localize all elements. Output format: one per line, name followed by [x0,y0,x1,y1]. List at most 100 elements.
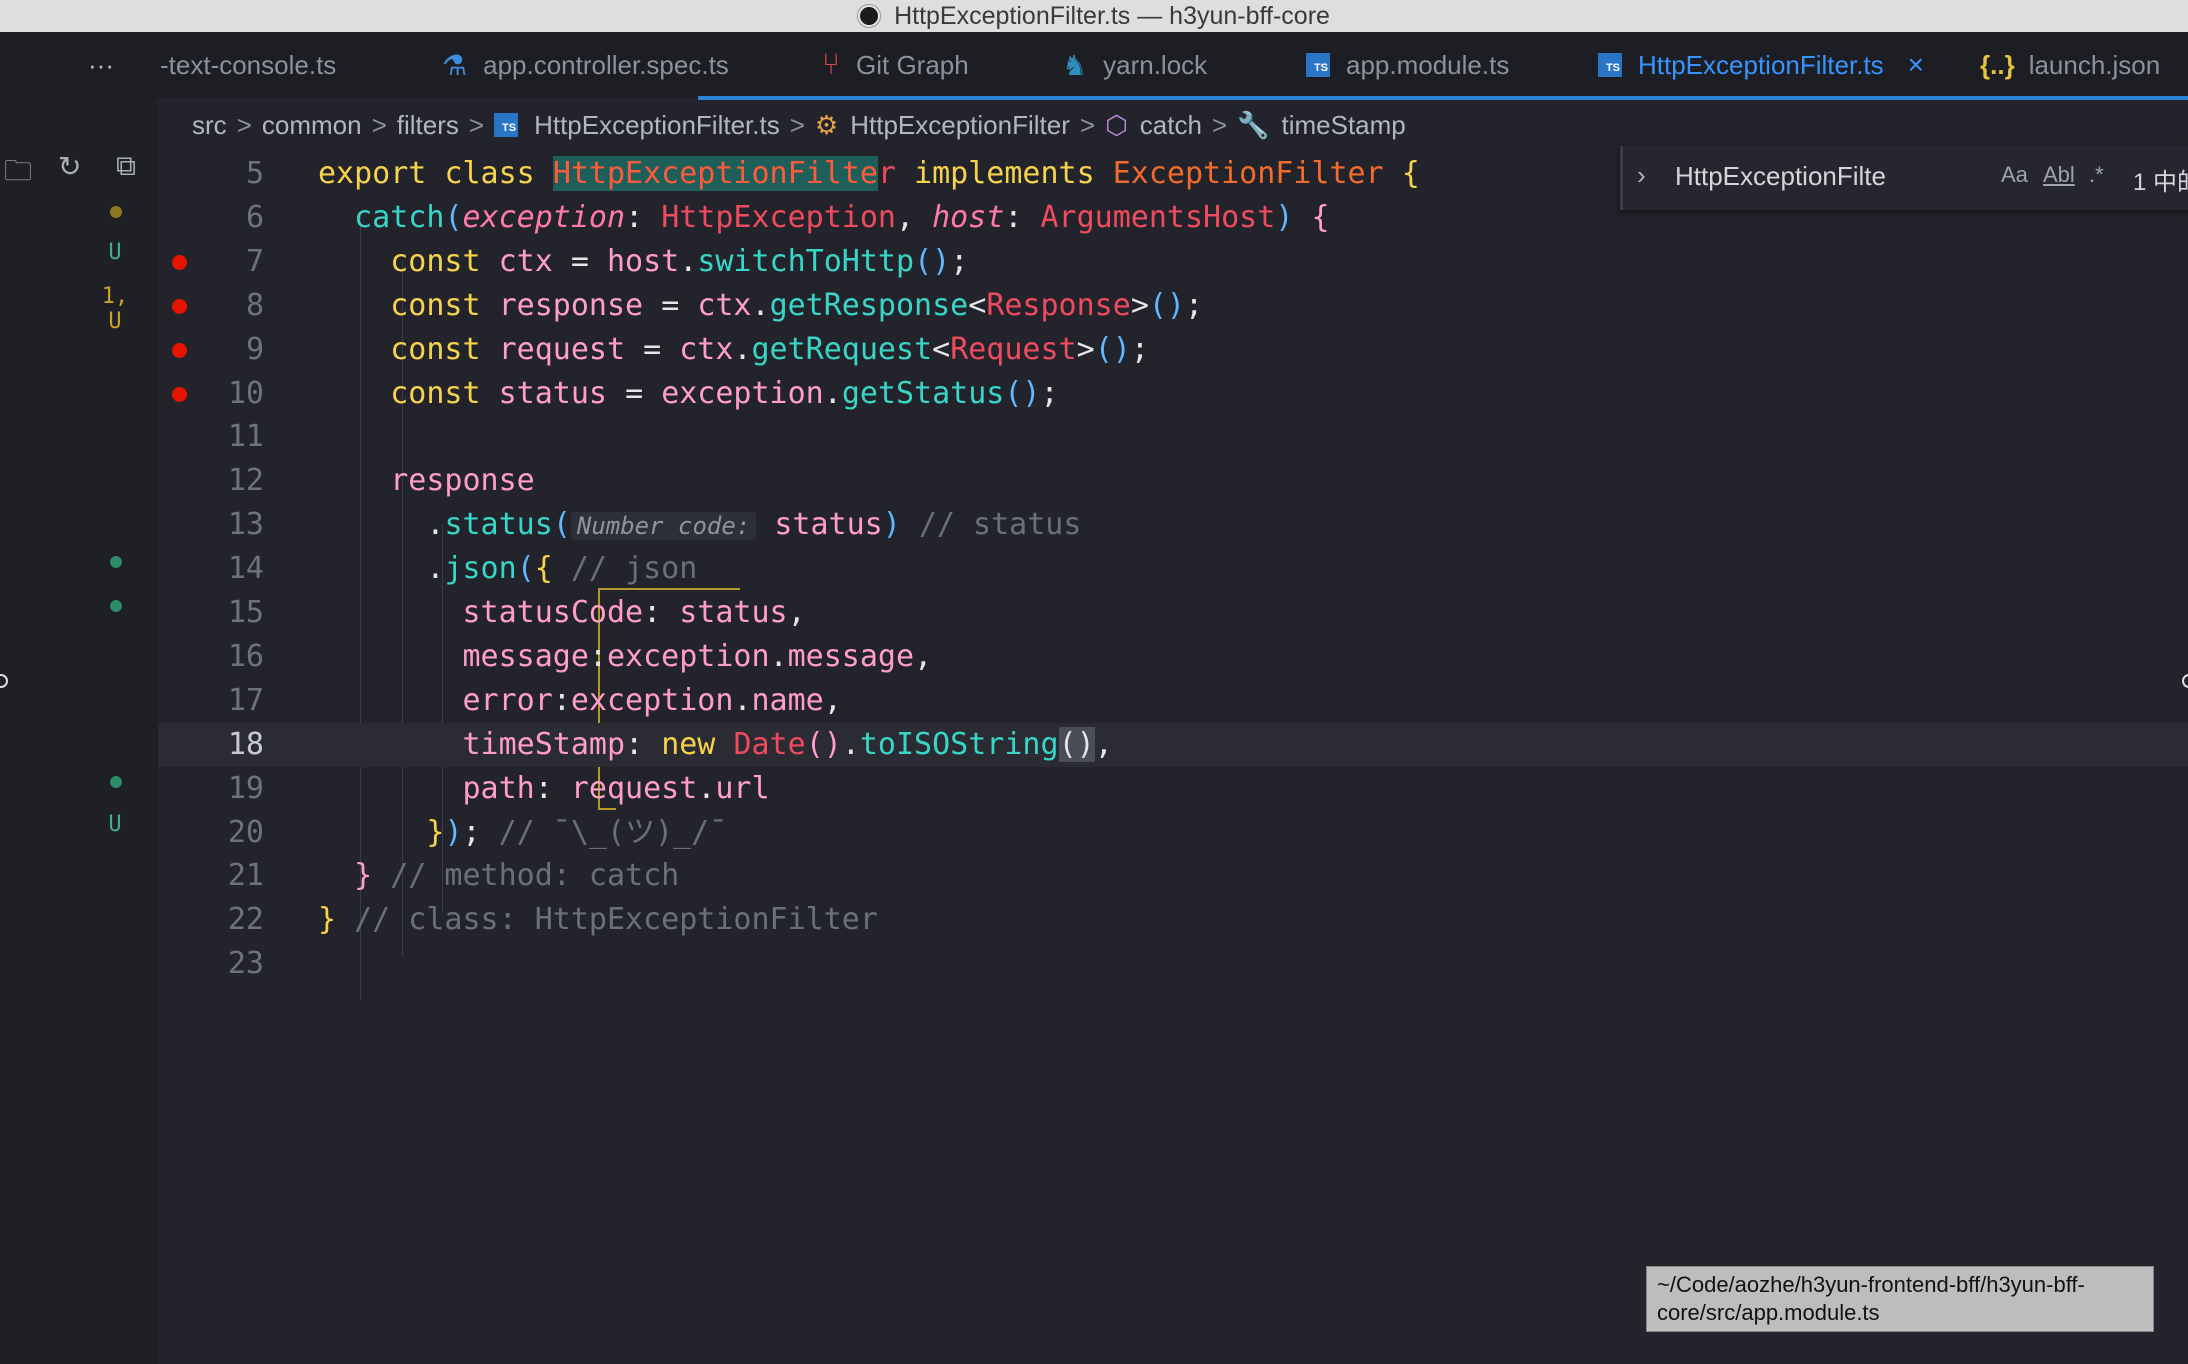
code-token: getResponse [769,287,969,323]
code-token: > [1076,331,1095,367]
code-text: message:exception.message, [318,635,933,679]
breadcrumb-common[interactable]: common [262,110,362,141]
code-line[interactable]: 7 const ctx = host.switchToHttp(); [158,240,2188,284]
code-line[interactable]: 10 const status = exception.getStatus(); [158,372,2188,416]
code-token: ) [444,814,463,850]
code-text: }); // ¯\_(ツ)_/¯ [318,811,727,855]
collapse-all-icon[interactable]: ⧉ [116,150,136,183]
tab-yarn-lock[interactable]: ♞ yarn.lock [1062,32,1207,98]
code-text: const ctx = host.switchToHttp(); [318,240,968,284]
code-token: () [914,243,951,279]
code-token: : [534,770,571,806]
whole-word-button[interactable]: Abl [2043,162,2075,188]
tab-label: Git Graph [856,49,969,80]
code-token: = [643,331,680,367]
line-number: 14 [227,551,264,587]
code-token: () [1004,375,1041,411]
code-token: . [769,638,788,674]
code-line[interactable]: 13 .status(Number code: status) // statu… [158,503,2188,547]
code-line[interactable]: 19 path: request.url [158,767,2188,811]
code-token: error [462,682,553,718]
code-line[interactable]: 16 message:exception.message, [158,635,2188,679]
tab-text-console[interactable]: -text-console.ts [160,32,336,98]
code-text: .json({ // json [318,547,697,591]
code-token: } [354,858,373,894]
close-icon[interactable]: × [1908,49,1924,81]
app-icon [858,5,881,27]
tab-label: yarn.lock [1103,49,1208,80]
code-token: . [426,507,445,543]
code-token: Request [950,331,1077,367]
chevron-right-icon[interactable]: › [1637,160,1646,191]
code-token: : [1004,199,1041,235]
new-folder-icon[interactable]: 🗀 [4,150,32,198]
line-number: 22 [227,902,264,938]
code-token: Response [986,287,1131,323]
breadcrumb-file[interactable]: HttpExceptionFilter.ts [534,110,780,141]
json-icon: {..} [1980,49,2015,80]
code-line[interactable]: 21 } // method: catch [158,854,2188,898]
code-line[interactable]: 11 [158,415,2188,459]
code-token: = [625,375,662,411]
typescript-icon: TS [1306,53,1330,77]
tab-http-exception-filter[interactable]: TS HttpExceptionFilter.ts × [1598,32,1924,98]
code-token: ( [552,507,571,543]
code-token: , [823,682,842,718]
chevron-right-icon: > [236,109,252,140]
tab-app-module[interactable]: TS app.module.ts [1306,32,1509,98]
breadcrumb-property[interactable]: timeStamp [1281,110,1405,141]
line-number: 8 [245,287,264,323]
tab-app-controller-spec[interactable]: ⚗ app.controller.spec.ts [442,32,729,98]
code-token: ExceptionFilter [1112,156,1402,191]
code-line[interactable]: 20 }); // ¯\_(ツ)_/¯ [158,811,2188,855]
code-line[interactable]: 22} // class: HttpExceptionFilter [158,898,2188,942]
code-token: : [625,726,662,762]
breadcrumb-class[interactable]: HttpExceptionFilter [850,110,1070,141]
code-line[interactable]: 8 const response = ctx.getResponse<Respo… [158,284,2188,328]
code-token: : [552,682,571,718]
code-token: export [318,156,445,191]
breadcrumb-method[interactable]: catch [1140,110,1202,141]
code-line[interactable]: 12 response [158,459,2188,503]
class-icon: ⚙ [814,109,839,140]
tab-launch-json[interactable]: {..} launch.json [1980,32,2160,98]
code-token: const [390,375,499,411]
code-line[interactable]: 23 [158,942,2188,986]
line-number: 6 [245,199,264,235]
code-editor[interactable]: 5 export class HttpExceptionFilter implem… [158,152,2188,1364]
tab-bar: ··· -text-console.ts ⚗ app.controller.sp… [0,32,2188,98]
code-token: timeStamp [462,726,626,762]
code-line[interactable]: 9 const request = ctx.getRequest<Request… [158,328,2188,372]
title-bar: HttpExceptionFilter.ts — h3yun-bff-core [0,0,2188,32]
code-line[interactable]: 15 statusCode: status, [158,591,2188,635]
code-token: message [787,638,915,674]
match-case-button[interactable]: Aa [2001,162,2028,188]
breadcrumb-src[interactable]: src [192,110,227,141]
code-token: host [932,199,1005,235]
sidebar: 🗀 ↻ ⧉ U 1, U U [0,98,158,1364]
find-widget: › HttpExceptionFilte Aa Abl .* 1 中的 [1620,146,2188,210]
code-line[interactable]: 17 error:exception.name, [158,679,2188,723]
breadcrumb-filters[interactable]: filters [397,110,459,141]
chevron-right-icon: > [789,109,805,140]
typescript-icon: TS [494,113,519,137]
code-token: { [1401,156,1420,191]
code-text: const status = exception.getStatus(); [318,372,1058,416]
code-token: . [733,682,752,718]
code-line[interactable]: 18 timeStamp: new Date().toISOString(), [158,722,2188,767]
tab-label: launch.json [2028,49,2161,80]
regex-button[interactable]: .* [2089,162,2104,188]
code-text: statusCode: status, [318,591,806,635]
tab-git-graph[interactable]: ⑂ Git Graph [822,32,969,98]
find-input[interactable]: HttpExceptionFilte [1663,154,2033,198]
line-number: 10 [227,375,264,411]
code-line[interactable]: 14 .json({ // json [158,547,2188,591]
code-token: Date [733,726,806,762]
code-token: . [733,331,752,367]
git-added-dot [110,776,122,788]
refresh-icon[interactable]: ↻ [58,150,81,183]
more-tabs-button[interactable]: ··· [88,32,114,98]
git-modified-dot [110,206,122,218]
